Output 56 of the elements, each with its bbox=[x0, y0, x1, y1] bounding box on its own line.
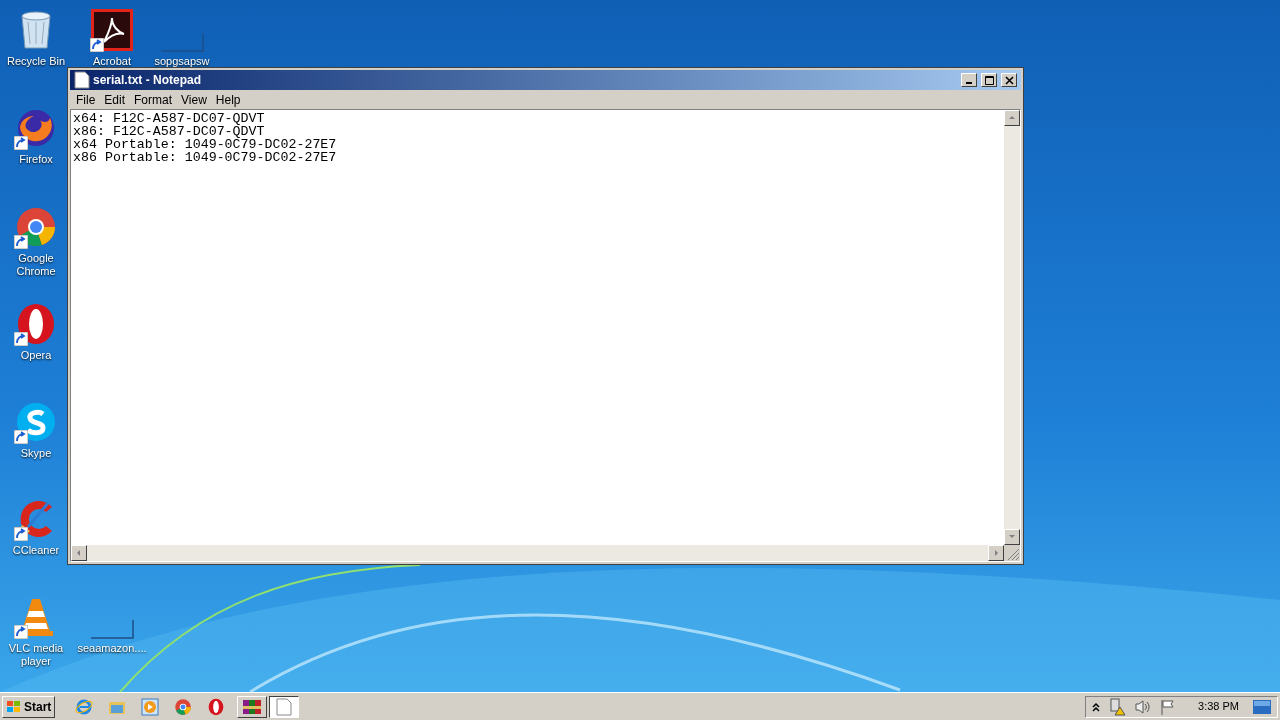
taskbar-button[interactable] bbox=[269, 695, 300, 718]
ie-icon bbox=[75, 697, 94, 716]
close-button[interactable] bbox=[1001, 73, 1017, 87]
windows-logo-icon bbox=[6, 699, 22, 714]
close-icon bbox=[1004, 75, 1014, 85]
icon-label[interactable]: Skype bbox=[20, 447, 52, 460]
maximize-button[interactable] bbox=[981, 73, 997, 87]
icon-label[interactable]: sopgsapsw bbox=[154, 55, 210, 68]
shortcut-arrow-icon bbox=[14, 625, 28, 639]
network-warning-icon[interactable] bbox=[1108, 697, 1127, 716]
menu-item[interactable]: File bbox=[72, 90, 100, 109]
scroll-arrow-button[interactable] bbox=[988, 545, 1004, 561]
icon-label[interactable]: Opera bbox=[20, 349, 52, 362]
document-icon bbox=[276, 697, 293, 716]
minimize-icon bbox=[966, 81, 972, 84]
chrome-icon bbox=[14, 205, 58, 249]
books-icon bbox=[242, 697, 263, 716]
window-title: serial.txt - Notepad bbox=[93, 72, 203, 89]
shortcut-arrow-icon bbox=[14, 235, 28, 249]
horizontal-scrollbar[interactable] bbox=[71, 545, 1004, 561]
icon-label[interactable]: CCleaner bbox=[12, 544, 60, 557]
scroll-arrow-button[interactable] bbox=[1004, 110, 1020, 126]
chevron-up-icon[interactable] bbox=[1092, 701, 1101, 712]
menu-item[interactable]: Edit bbox=[100, 90, 130, 109]
clock: 3:38 PM bbox=[1198, 699, 1239, 715]
shortcut-arrow-icon bbox=[14, 527, 28, 541]
opera-icon bbox=[207, 697, 226, 716]
menu-item[interactable]: Format bbox=[130, 90, 177, 109]
start-button[interactable]: Start bbox=[2, 695, 56, 718]
text-line: x86 Portable: 1049-0C79-DC02-27E7 bbox=[73, 151, 337, 164]
icon-label[interactable]: Firefox bbox=[19, 153, 53, 166]
menu-item[interactable]: View bbox=[177, 90, 211, 109]
skype-icon bbox=[14, 400, 58, 444]
chrome-icon bbox=[174, 697, 193, 716]
text-line: x64: F12C-A587-DC07-QDVT bbox=[73, 112, 265, 125]
text-line: x86: F12C-A587-DC07-QDVT bbox=[73, 125, 265, 138]
shortcut-arrow-icon bbox=[90, 38, 104, 52]
minimize-button[interactable] bbox=[961, 73, 977, 87]
shortcut-arrow-icon bbox=[14, 332, 28, 346]
icon-label[interactable]: Acrobat bbox=[93, 55, 131, 68]
icon-label[interactable]: Recycle Bin bbox=[6, 55, 66, 68]
speaker-icon[interactable] bbox=[1134, 698, 1153, 715]
scroll-arrow-button[interactable] bbox=[1004, 529, 1020, 545]
menu-item[interactable]: Help bbox=[211, 90, 245, 109]
shortcut-arrow-icon bbox=[14, 136, 28, 150]
show-desktop-icon[interactable] bbox=[1253, 699, 1271, 714]
vertical-scrollbar[interactable] bbox=[1004, 110, 1020, 545]
document-icon bbox=[74, 71, 90, 89]
flag-icon[interactable] bbox=[1160, 698, 1177, 715]
acrobat-icon bbox=[90, 8, 134, 52]
text-line: x64 Portable: 1049-0C79-DC02-27E7 bbox=[73, 138, 337, 151]
media-player-icon bbox=[141, 697, 160, 716]
maximize-icon bbox=[984, 75, 994, 85]
icon-label[interactable]: Google Chrome bbox=[3, 252, 69, 278]
scroll-arrow-button[interactable] bbox=[71, 545, 87, 561]
shortcut-arrow-icon bbox=[14, 430, 28, 444]
